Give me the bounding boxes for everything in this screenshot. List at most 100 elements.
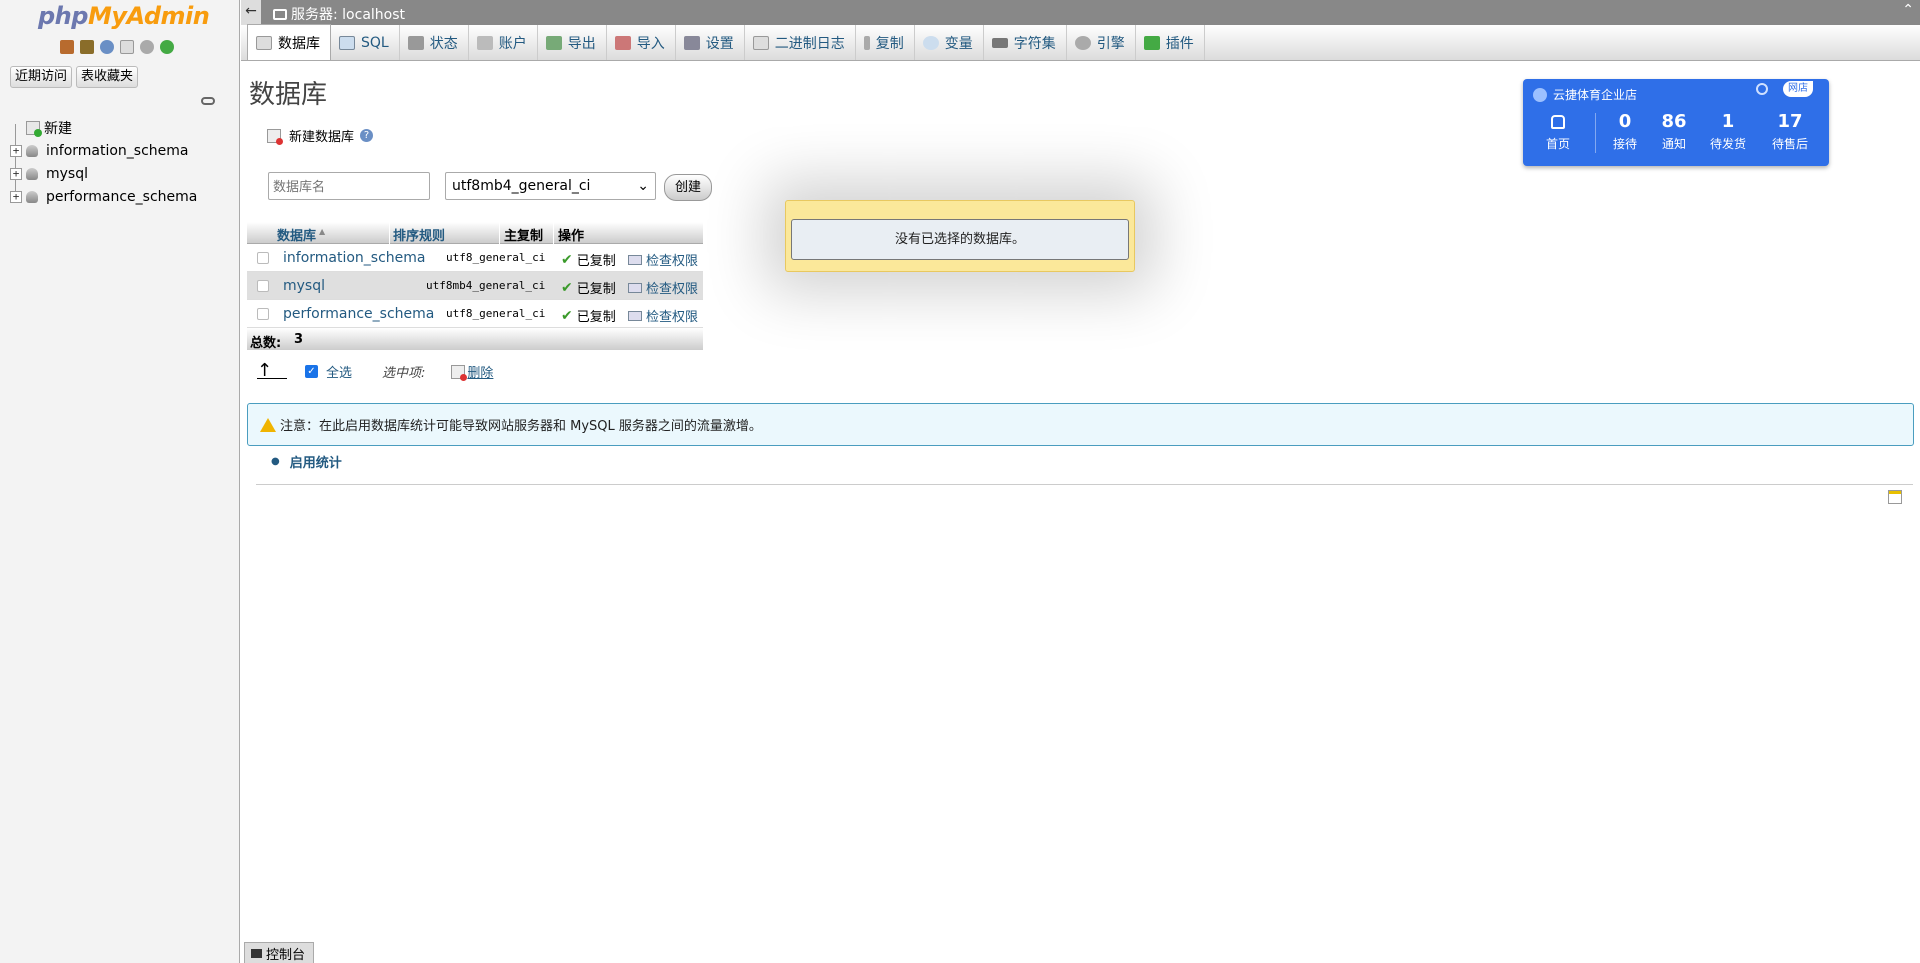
home-icon[interactable] — [60, 40, 74, 54]
tree-item-label: performance_schema — [46, 188, 198, 205]
row-checkbox[interactable] — [257, 252, 269, 264]
check-privileges-link[interactable]: 检查权限 — [628, 278, 698, 297]
column-divider — [499, 222, 500, 244]
tree-item-performance-schema[interactable]: + performance_schema — [10, 185, 197, 208]
stat-label: 接待 — [1612, 137, 1637, 151]
tab-accounts[interactable]: 账户 — [469, 25, 538, 60]
stat-label: 待售后 — [1771, 137, 1808, 151]
collation-value: utf8mb4_general_ci — [452, 178, 591, 194]
select-all-checkbox[interactable]: ✓ — [305, 365, 318, 378]
table-row: mysql utf8mb4_general_ci ✔ 已复制 检查权限 — [247, 272, 703, 300]
tab-plugins[interactable]: 插件 — [1136, 25, 1205, 60]
tab-sql[interactable]: SQL — [331, 25, 400, 60]
store-badge[interactable]: 网店 — [1783, 81, 1813, 97]
widget-home-label: 首页 — [1545, 137, 1570, 151]
server-breadcrumb[interactable]: 服务器: localhost — [273, 4, 405, 24]
tab-status[interactable]: 状态 — [400, 25, 469, 60]
collation-cell: utf8_general_ci — [446, 307, 546, 320]
charset-icon — [991, 37, 1008, 48]
collation-select[interactable]: utf8mb4_general_ci ⌄ — [445, 172, 656, 200]
check-icon: ✔ — [561, 251, 573, 268]
tab-variables[interactable]: 变量 — [915, 25, 984, 60]
tab-label: 引擎 — [1096, 35, 1125, 52]
db-icon[interactable] — [80, 40, 94, 54]
check-privileges-link[interactable]: 检查权限 — [628, 306, 698, 325]
row-checkbox[interactable] — [257, 280, 269, 292]
database-icon — [26, 167, 38, 180]
widget-stat-to-ship[interactable]: 1 待发货 — [1703, 111, 1753, 152]
wrench-icon — [683, 35, 700, 50]
delete-button[interactable]: 删除 — [467, 362, 493, 381]
select-all-label[interactable]: 全选 — [326, 362, 352, 381]
table-row: performance_schema utf8_general_ci ✔ 已复制 … — [247, 300, 703, 328]
tab-label: 数据库 — [278, 35, 320, 52]
check-icon: ✔ — [561, 307, 573, 324]
divider — [256, 484, 1913, 485]
replication-cell: ✔ 已复制 — [561, 278, 616, 298]
top-menu: 数据库 SQL 状态 账户 导出 导入 设置 二进制日志 复制 变量 字符集 引… — [241, 24, 1920, 61]
settings-icon[interactable] — [140, 40, 154, 54]
database-link[interactable]: information_schema — [283, 250, 426, 266]
tab-label: 二进制日志 — [774, 35, 845, 52]
tab-replication[interactable]: 复制 — [856, 25, 915, 60]
logo-php-text: php — [38, 2, 88, 30]
stat-value: 1 — [1721, 111, 1735, 132]
tab-engines[interactable]: 引擎 — [1067, 25, 1136, 60]
tab-export[interactable]: 导出 — [538, 25, 607, 60]
tree-item-information-schema[interactable]: + information_schema — [10, 139, 197, 162]
shop-widget[interactable]: 云捷体育企业店 网店 首页 0 接待 86 通知 1 待发货 17 待售后 — [1523, 79, 1829, 166]
doc-icon[interactable] — [120, 40, 134, 54]
expand-icon[interactable]: + — [10, 167, 22, 180]
help-icon[interactable] — [100, 40, 114, 54]
collapse-nav-button[interactable]: ← — [241, 0, 261, 25]
link-icon[interactable] — [201, 97, 215, 105]
page-title: 数据库 — [249, 80, 328, 110]
terminal-icon — [251, 948, 262, 958]
widget-title: 云捷体育企业店 — [1533, 86, 1637, 103]
enable-stats-link[interactable]: 启用统计 — [290, 452, 342, 471]
reload-icon[interactable] — [160, 40, 174, 54]
check-privileges-link[interactable]: 检查权限 — [628, 250, 698, 269]
tree-item-new[interactable]: 新建 — [10, 116, 197, 139]
sql-icon — [339, 35, 355, 50]
gear-icon[interactable] — [1756, 83, 1768, 95]
stat-label: 通知 — [1661, 137, 1686, 151]
tab-charset[interactable]: 字符集 — [984, 25, 1067, 60]
expand-icon[interactable]: + — [10, 190, 22, 203]
create-button[interactable]: 创建 — [664, 174, 712, 201]
database-icon — [256, 35, 272, 50]
main-content: 数据库 新建数据库 ? utf8mb4_general_ci ⌄ 创建 数据库 … — [241, 62, 1920, 962]
tab-settings[interactable]: 设置 — [676, 25, 745, 60]
tab-label: 复制 — [875, 35, 904, 52]
widget-stat-after-sales[interactable]: 17 待售后 — [1765, 111, 1815, 152]
expand-icon[interactable]: + — [10, 144, 22, 157]
database-link[interactable]: performance_schema — [283, 306, 434, 322]
collation-cell: utf8_general_ci — [446, 251, 546, 264]
phpmyadmin-logo[interactable]: phpMyAdmin — [38, 2, 210, 30]
row-checkbox[interactable] — [257, 308, 269, 320]
tab-binlog[interactable]: 二进制日志 — [745, 25, 856, 60]
database-name-input[interactable] — [268, 172, 430, 200]
header-collation[interactable]: 排序规则 — [393, 225, 445, 244]
console-tab[interactable]: 控制台 — [244, 942, 314, 963]
maximize-icon[interactable]: ⌃ — [1902, 2, 1914, 18]
tab-databases[interactable]: 数据库 — [247, 24, 331, 60]
database-tree: 新建 + information_schema + mysql + perfor… — [10, 116, 197, 208]
arrow-up-icon: ↑ — [257, 362, 287, 380]
widget-home[interactable]: 首页 — [1533, 111, 1583, 152]
widget-stat-reception[interactable]: 0 接待 — [1600, 111, 1650, 152]
import-icon — [614, 35, 631, 50]
favorites-button[interactable]: 表收藏夹 — [76, 66, 139, 88]
recent-button[interactable]: 近期访问 — [10, 66, 73, 88]
logo-myadmin-text: MyAdmin — [87, 2, 210, 30]
notepad-icon[interactable] — [1888, 490, 1902, 504]
help-icon[interactable]: ? — [360, 129, 374, 142]
header-database[interactable]: 数据库 — [277, 225, 316, 244]
accounts-icon — [476, 35, 493, 50]
widget-stat-notifications[interactable]: 86 通知 — [1649, 111, 1699, 152]
tab-import[interactable]: 导入 — [607, 25, 676, 60]
dialog-message: 没有已选择的数据库。 — [791, 219, 1129, 260]
stat-value: 17 — [1777, 111, 1803, 132]
tree-item-mysql[interactable]: + mysql — [10, 162, 197, 185]
database-link[interactable]: mysql — [283, 278, 325, 294]
